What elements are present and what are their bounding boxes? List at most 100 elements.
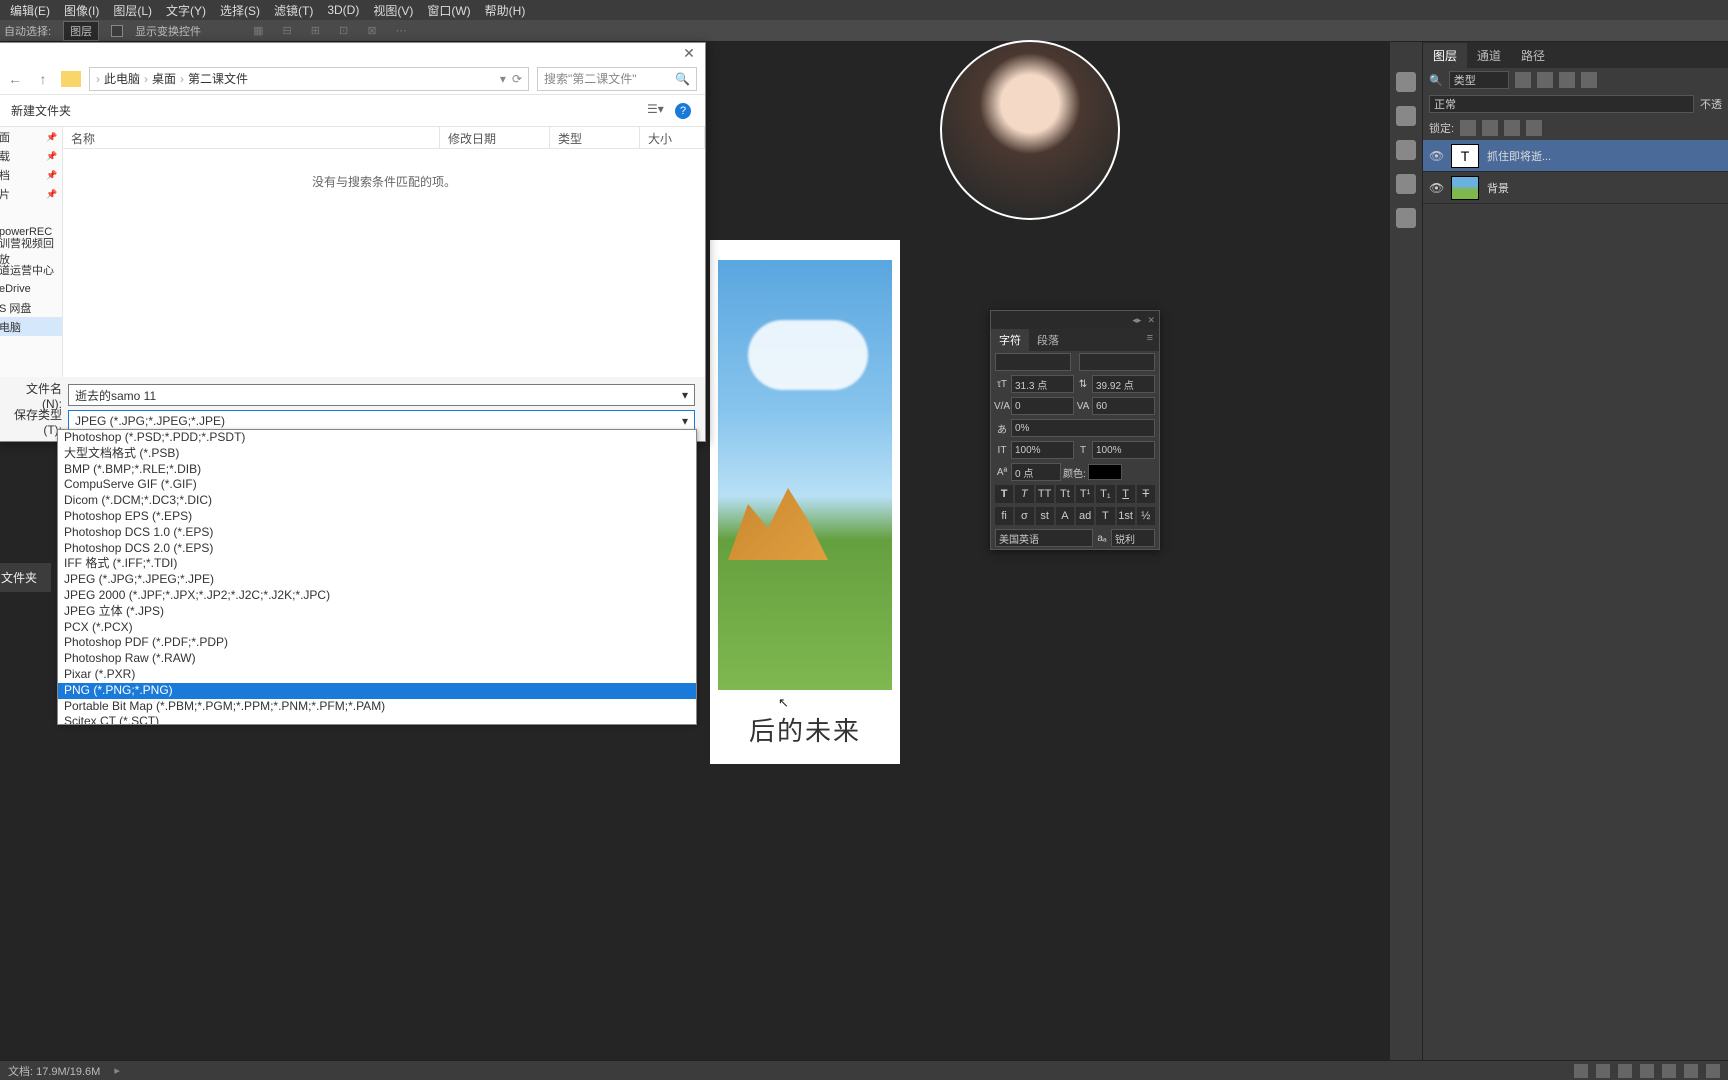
sigma-button[interactable]: σ	[1015, 507, 1033, 525]
filetype-option[interactable]: BMP (*.BMP;*.RLE;*.DIB)	[58, 462, 696, 478]
filetype-dropdown[interactable]: Photoshop (*.PSD;*.PDD;*.PSDT)大型文档格式 (*.…	[57, 429, 697, 725]
file-list-columns[interactable]: 名称 修改日期 类型 大小	[63, 127, 705, 149]
search-input[interactable]: 搜索"第二课文件" 🔍	[537, 67, 697, 91]
menu-edit[interactable]: 编辑(E)	[4, 0, 56, 21]
filter-kind-select[interactable]: 类型	[1449, 71, 1509, 89]
status-icon-mask[interactable]	[1618, 1064, 1632, 1078]
filter-shape-icon[interactable]	[1581, 72, 1597, 88]
filetype-option[interactable]: JPEG 立体 (*.JPS)	[58, 604, 696, 620]
antialiasing-select[interactable]: 锐利	[1111, 529, 1155, 547]
filetype-option[interactable]: Photoshop EPS (*.EPS)	[58, 509, 696, 525]
layer-name[interactable]: 背景	[1487, 180, 1509, 196]
crumb-desktop[interactable]: 桌面	[152, 70, 176, 87]
layer-row-text[interactable]: T 抓住即将逝...	[1423, 140, 1728, 172]
aalt-button[interactable]: A	[1056, 507, 1074, 525]
crumb-dropdown-icon[interactable]: ▾	[500, 72, 506, 86]
filetype-option[interactable]: PCX (*.PCX)	[58, 620, 696, 636]
menu-help[interactable]: 帮助(H)	[479, 0, 532, 21]
baseline-field[interactable]: 0 点	[1011, 463, 1061, 481]
panel-close-icon[interactable]: ✕	[1147, 315, 1155, 326]
menu-image[interactable]: 图像(I)	[58, 0, 105, 21]
allcaps-button[interactable]: TT	[1036, 485, 1054, 503]
sidebar-item[interactable]: 片📌	[0, 184, 62, 203]
sidebar-item-thispc[interactable]: 电脑	[0, 317, 62, 336]
filetype-option[interactable]: JPEG 2000 (*.JPF;*.JPX;*.JP2;*.J2C;*.J2K…	[58, 588, 696, 604]
filter-text-icon[interactable]	[1559, 72, 1575, 88]
underline-button[interactable]: T	[1117, 485, 1135, 503]
filetype-option[interactable]: IFF 格式 (*.IFF;*.TDI)	[58, 556, 696, 572]
filter-pixel-icon[interactable]	[1515, 72, 1531, 88]
panel-icon-1[interactable]	[1396, 72, 1416, 92]
tab-paragraph[interactable]: 段落	[1029, 329, 1067, 351]
filename-combo[interactable]: 逝去的samo 11▾	[68, 384, 695, 406]
filter-adj-icon[interactable]	[1537, 72, 1553, 88]
lock-position-icon[interactable]	[1482, 120, 1498, 136]
filetype-option[interactable]: PNG (*.PNG;*.PNG)	[58, 683, 696, 699]
filetype-option[interactable]: Portable Bit Map (*.PBM;*.PGM;*.PPM;*.PN…	[58, 699, 696, 715]
lock-artboard-icon[interactable]	[1504, 120, 1520, 136]
filetype-option[interactable]: 大型文档格式 (*.PSB)	[58, 446, 696, 462]
filetype-option[interactable]: Photoshop (*.PSD;*.PDD;*.PSDT)	[58, 430, 696, 446]
blend-mode-select[interactable]: 正常	[1429, 95, 1694, 113]
st-button[interactable]: st	[1036, 507, 1054, 525]
font-style-select[interactable]	[1079, 353, 1155, 371]
panel-icon-3[interactable]	[1396, 140, 1416, 160]
help-button[interactable]: ?	[675, 103, 691, 119]
align-icons[interactable]: ▦ ⊟ ⊞ ⊡ ⊠ ⋯	[253, 24, 415, 37]
filetype-option[interactable]: Photoshop DCS 1.0 (*.EPS)	[58, 525, 696, 541]
filetype-option[interactable]: Scitex CT (*.SCT)	[58, 714, 696, 725]
dialog-close-button[interactable]: ✕	[681, 45, 697, 61]
col-date[interactable]: 修改日期	[440, 127, 550, 148]
tab-character[interactable]: 字符	[991, 329, 1029, 351]
status-icon-group[interactable]	[1662, 1064, 1676, 1078]
status-icon-new[interactable]	[1684, 1064, 1698, 1078]
panel-icon-2[interactable]	[1396, 106, 1416, 126]
col-name[interactable]: 名称	[63, 127, 440, 148]
col-type[interactable]: 类型	[550, 127, 640, 148]
color-swatch[interactable]	[1088, 464, 1122, 480]
status-icon-fx[interactable]	[1596, 1064, 1610, 1078]
filetype-option[interactable]: Photoshop DCS 2.0 (*.EPS)	[58, 541, 696, 557]
font-family-select[interactable]	[995, 353, 1071, 371]
sidebar-item[interactable]: S 网盘	[0, 298, 62, 317]
sidebar-item[interactable]: 面📌	[0, 127, 62, 146]
sidebar-item[interactable]: 载📌	[0, 146, 62, 165]
refresh-icon[interactable]: ⟳	[512, 72, 522, 86]
panel-menu-icon[interactable]: ≡	[1141, 329, 1159, 351]
status-icon-trash[interactable]	[1706, 1064, 1720, 1078]
sidebar-item[interactable]: 档📌	[0, 165, 62, 184]
sidebar-item[interactable]: 道运营中心	[0, 260, 62, 279]
character-panel[interactable]: ◂▸✕ 字符 段落 ≡ τT 31.3 点 ⇅ 39.92 点 V/A 0 VA…	[990, 310, 1160, 550]
new-folder-button[interactable]: 新建文件夹	[11, 102, 71, 119]
smallcaps-button[interactable]: Tt	[1056, 485, 1074, 503]
breadcrumb[interactable]: › 此电脑 › 桌面 › 第二课文件 ▾ ⟳	[89, 67, 529, 91]
vscale-field[interactable]: 100%	[1011, 441, 1074, 459]
visibility-toggle[interactable]	[1429, 181, 1443, 195]
tab-paths[interactable]: 路径	[1511, 43, 1555, 68]
half-button[interactable]: ½	[1137, 507, 1155, 525]
menu-filter[interactable]: 滤镜(T)	[268, 0, 319, 21]
sidebar-item[interactable]	[0, 203, 62, 222]
filetype-option[interactable]: Dicom (*.DCM;*.DC3;*.DIC)	[58, 493, 696, 509]
hide-folders-button[interactable]: 文件夹	[0, 563, 51, 592]
strike-button[interactable]: T	[1137, 485, 1155, 503]
language-select[interactable]: 美国英语	[995, 529, 1093, 547]
kerning-field[interactable]: 0	[1011, 397, 1074, 415]
panel-icon-5[interactable]	[1396, 208, 1416, 228]
panel-icon-4[interactable]	[1396, 174, 1416, 194]
lock-all-icon[interactable]	[1526, 120, 1542, 136]
menu-layer[interactable]: 图层(L)	[107, 0, 158, 21]
menu-3d[interactable]: 3D(D)	[321, 1, 365, 19]
nav-back-button[interactable]: ←	[5, 69, 25, 89]
font-size-field[interactable]: 31.3 点	[1011, 375, 1074, 393]
autoselect-target[interactable]: 图层	[63, 21, 99, 41]
filetype-option[interactable]: Photoshop PDF (*.PDF;*.PDP)	[58, 635, 696, 651]
sidebar-item[interactable]: eDrive	[0, 279, 62, 298]
tracking-field[interactable]: 60	[1092, 397, 1155, 415]
menu-text[interactable]: 文字(Y)	[160, 0, 212, 21]
superscript-button[interactable]: T¹	[1076, 485, 1094, 503]
menu-view[interactable]: 视图(V)	[367, 0, 419, 21]
filetype-option[interactable]: Photoshop Raw (*.RAW)	[58, 651, 696, 667]
filetype-option[interactable]: CompuServe GIF (*.GIF)	[58, 477, 696, 493]
layer-row-bg[interactable]: 背景	[1423, 172, 1728, 204]
